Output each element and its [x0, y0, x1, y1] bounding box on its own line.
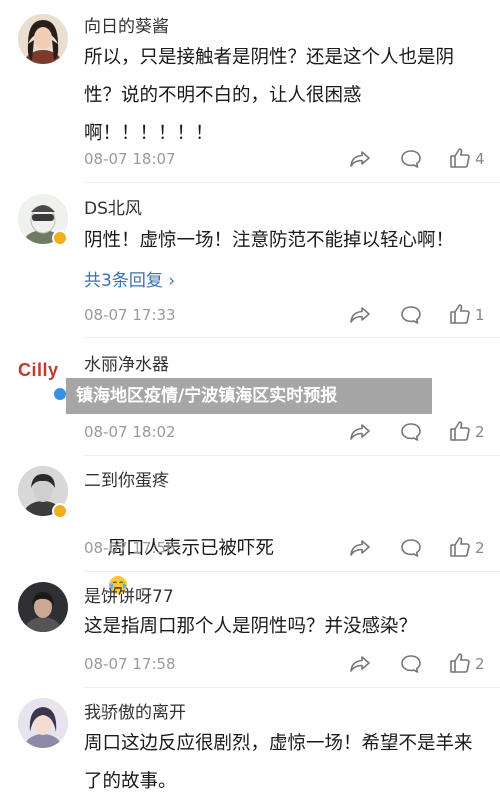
- share-icon: [350, 540, 370, 556]
- username[interactable]: 我骄傲的离开: [84, 698, 186, 723]
- share-button[interactable]: [348, 303, 372, 327]
- share-button[interactable]: [348, 536, 372, 560]
- share-icon: [350, 151, 370, 167]
- comment-text: 阴性！虚惊一场！注意防范不能掉以轻心啊！: [84, 230, 455, 251]
- divider: [84, 182, 500, 183]
- comment-icon: [401, 150, 421, 168]
- username[interactable]: 水丽净水器: [84, 350, 169, 375]
- timestamp: 08-07 17:56: [84, 539, 176, 557]
- thumbs-up-icon: [450, 421, 470, 441]
- comment-text: 所以，只是接触者是阴性？还是这个人也是阴性？说的不明不白的，让人很困惑 啊！！！…: [84, 47, 455, 144]
- comment-text: 这是指周口那个人是阴性吗？并没感染？: [84, 616, 418, 637]
- comment-button[interactable]: [399, 652, 423, 676]
- brand-logo: Cilly: [18, 360, 59, 380]
- divider: [84, 455, 500, 456]
- comment-text: 周口这边反应很剧烈，虚惊一场！希望不是羊来了的故事。: [84, 733, 473, 792]
- divider: [84, 337, 500, 338]
- like-button[interactable]: [448, 651, 472, 675]
- timestamp: 08-07 18:07: [84, 150, 176, 168]
- username[interactable]: 是饼饼呀77: [84, 582, 174, 607]
- share-icon: [350, 424, 370, 440]
- timestamp: 08-07 17:33: [84, 306, 176, 324]
- comment-button[interactable]: [399, 303, 423, 327]
- thumbs-up-icon: [450, 653, 470, 673]
- avatar[interactable]: [18, 582, 68, 632]
- verified-badge: [52, 503, 68, 519]
- thumbs-up-icon: [450, 304, 470, 324]
- like-button[interactable]: [448, 419, 472, 443]
- like-button[interactable]: [448, 302, 472, 326]
- share-button[interactable]: [348, 147, 372, 171]
- verified-badge: [52, 230, 68, 246]
- share-button[interactable]: [348, 652, 372, 676]
- comment-icon: [401, 539, 421, 557]
- chevron-right-icon: ›: [168, 271, 176, 291]
- comment-icon: [401, 306, 421, 324]
- divider: [84, 571, 500, 572]
- like-count: 2: [475, 423, 485, 441]
- share-icon: [350, 656, 370, 672]
- timestamp: 08-07 18:02: [84, 423, 176, 441]
- share-button[interactable]: [348, 420, 372, 444]
- like-count: 1: [475, 306, 485, 324]
- username[interactable]: 二到你蛋疼: [84, 466, 169, 491]
- username[interactable]: 向日的葵酱: [84, 12, 169, 37]
- comment-button[interactable]: [399, 420, 423, 444]
- timestamp: 08-07 17:58: [84, 655, 176, 673]
- replies-count: 共3条回复: [84, 271, 163, 291]
- share-icon: [350, 307, 370, 323]
- like-button[interactable]: [448, 146, 472, 170]
- headline-banner: 镇海地区疫情/宁波镇海区实时预报: [66, 378, 432, 414]
- comment-icon: [401, 423, 421, 441]
- comment-icon: [401, 655, 421, 673]
- avatar[interactable]: [18, 698, 68, 748]
- username[interactable]: DS北风: [84, 194, 142, 219]
- comment-button[interactable]: [399, 536, 423, 560]
- comment-button[interactable]: [399, 147, 423, 171]
- like-count: 2: [475, 539, 485, 557]
- thumbs-up-icon: [450, 537, 470, 557]
- divider: [84, 687, 500, 688]
- like-button[interactable]: [448, 535, 472, 559]
- thumbs-up-icon: [450, 148, 470, 168]
- like-count: 2: [475, 655, 485, 673]
- like-count: 4: [475, 150, 485, 168]
- avatar[interactable]: [18, 14, 68, 64]
- view-replies-link[interactable]: 共3条回复 ›: [84, 266, 175, 291]
